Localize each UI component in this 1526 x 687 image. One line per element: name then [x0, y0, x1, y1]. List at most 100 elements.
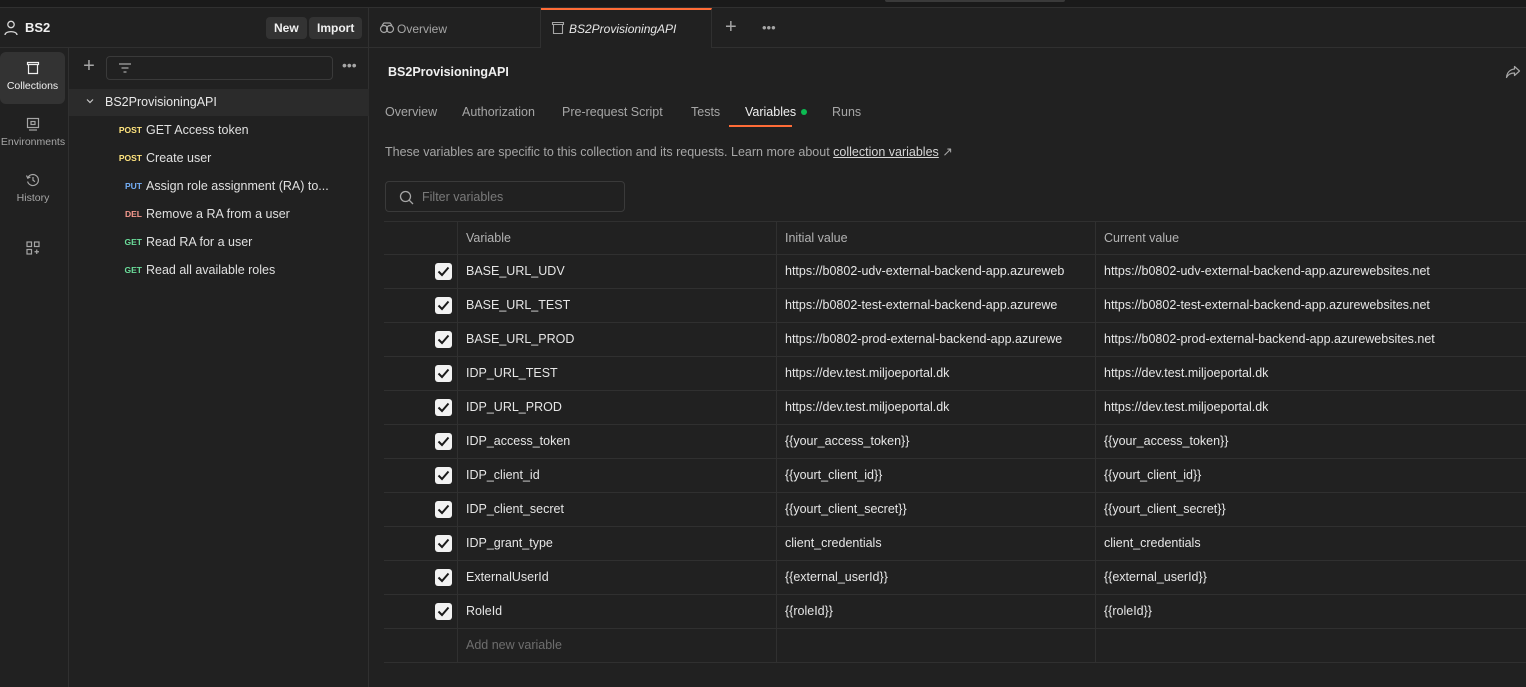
variable-name-cell[interactable]: IDP_access_token — [457, 425, 776, 458]
variable-name-cell[interactable]: IDP_URL_TEST — [457, 357, 776, 390]
checkmark-icon — [437, 504, 450, 515]
current-value-cell[interactable]: {{external_userId}} — [1095, 561, 1526, 594]
initial-value-cell[interactable]: {{yourt_client_id}} — [776, 459, 1095, 492]
header-initial-value: Initial value — [776, 222, 1095, 254]
tab-overview[interactable]: Overview — [369, 8, 541, 48]
tab-more-icon[interactable]: ••• — [762, 20, 776, 35]
add-collection-icon[interactable]: + — [81, 56, 97, 76]
request-item[interactable]: GET Read RA for a user — [69, 228, 369, 256]
table-row: BASE_URL_UDV https://b0802-udv-external-b… — [384, 255, 1526, 289]
current-value-cell[interactable]: {{yourt_client_secret}} — [1095, 493, 1526, 526]
tab-collection[interactable]: BS2ProvisioningAPI — [541, 8, 712, 48]
enabled-checkbox[interactable] — [435, 501, 452, 518]
filter-variables-field[interactable] — [385, 181, 625, 212]
search-icon — [399, 190, 414, 205]
request-item[interactable]: GET Read all available roles — [69, 256, 369, 284]
variable-name-cell[interactable]: RoleId — [457, 595, 776, 628]
initial-value-cell[interactable]: {{yourt_client_secret}} — [776, 493, 1095, 526]
checkmark-icon — [437, 368, 450, 379]
user-icon — [4, 20, 18, 36]
variable-name-cell[interactable]: IDP_grant_type — [457, 527, 776, 560]
variable-name-cell[interactable]: BASE_URL_UDV — [457, 255, 776, 288]
chevron-down-icon[interactable] — [85, 96, 95, 106]
variables-table: Variable Initial value Current value BAS… — [384, 221, 1526, 663]
new-button[interactable]: New — [266, 17, 307, 39]
initial-value-cell[interactable]: https://b0802-prod-external-backend-app.… — [776, 323, 1095, 356]
rail-label-environments: Environments — [0, 136, 66, 148]
enabled-checkbox[interactable] — [435, 263, 452, 280]
main-panel: BS2ProvisioningAPI Overview Authorizatio… — [369, 48, 1526, 687]
rail-history[interactable]: History — [0, 164, 66, 216]
initial-value-cell[interactable] — [776, 629, 1095, 662]
initial-value-cell[interactable]: {{roleId}} — [776, 595, 1095, 628]
variable-name-cell[interactable]: IDP_client_secret — [457, 493, 776, 526]
variable-name-cell[interactable]: IDP_client_id — [457, 459, 776, 492]
current-value-cell[interactable]: {{yourt_client_id}} — [1095, 459, 1526, 492]
current-value-cell[interactable]: https://b0802-udv-external-backend-app.a… — [1095, 255, 1526, 288]
checkmark-icon — [437, 572, 450, 583]
initial-value-cell[interactable]: https://b0802-test-external-backend-app.… — [776, 289, 1095, 322]
request-item[interactable]: POST GET Access token — [69, 116, 369, 144]
share-icon[interactable] — [1505, 65, 1521, 79]
current-value-cell[interactable]: https://dev.test.miljoeportal.dk — [1095, 391, 1526, 424]
variable-name-cell[interactable]: BASE_URL_TEST — [457, 289, 776, 322]
collection-variables-link[interactable]: collection variables — [833, 145, 939, 159]
import-button[interactable]: Import — [309, 17, 363, 39]
initial-value-cell[interactable]: https://b0802-udv-external-backend-app.a… — [776, 255, 1095, 288]
variable-name-cell[interactable]: ExternalUserId — [457, 561, 776, 594]
subtab-pre-request-script[interactable]: Pre-request Script — [562, 105, 663, 119]
initial-value-cell[interactable]: https://dev.test.miljoeportal.dk — [776, 357, 1095, 390]
subtab-authorization[interactable]: Authorization — [462, 105, 535, 119]
history-icon — [25, 173, 39, 187]
current-value-cell[interactable]: client_credentials — [1095, 527, 1526, 560]
description-text: These variables are specific to this col… — [385, 145, 834, 159]
rail-environments[interactable]: Environments — [0, 108, 66, 160]
subtab-tests[interactable]: Tests — [691, 105, 720, 119]
current-value-cell[interactable]: https://b0802-prod-external-backend-app.… — [1095, 323, 1526, 356]
enabled-checkbox[interactable] — [435, 467, 452, 484]
current-value-cell[interactable]: https://dev.test.miljoeportal.dk — [1095, 357, 1526, 390]
current-value-cell[interactable]: {{roleId}} — [1095, 595, 1526, 628]
variables-description: These variables are specific to this col… — [385, 144, 953, 159]
enabled-checkbox[interactable] — [435, 365, 452, 382]
enabled-checkbox[interactable] — [435, 331, 452, 348]
request-item[interactable]: POST Create user — [69, 144, 369, 172]
subtab-variables[interactable]: Variables — [745, 105, 808, 119]
subtab-overview[interactable]: Overview — [385, 105, 437, 119]
method-badge: GET — [124, 237, 142, 247]
enabled-checkbox[interactable] — [435, 399, 452, 416]
collection-tree-item[interactable]: BS2ProvisioningAPI — [69, 89, 369, 116]
subtab-variables-label: Variables — [745, 105, 797, 119]
filter-variables-input[interactable] — [422, 188, 617, 206]
enabled-checkbox[interactable] — [435, 569, 452, 586]
enabled-checkbox[interactable] — [435, 535, 452, 552]
request-name: Read RA for a user — [146, 235, 253, 249]
sidebar-rail: Collections Environments History — [0, 48, 69, 687]
checkmark-icon — [437, 266, 450, 277]
variable-name-cell[interactable]: BASE_URL_PROD — [457, 323, 776, 356]
current-value-cell[interactable]: https://b0802-test-external-backend-app.… — [1095, 289, 1526, 322]
search-bar-edge[interactable] — [885, 0, 1065, 2]
enabled-checkbox[interactable] — [435, 433, 452, 450]
rail-add-apps[interactable] — [0, 232, 66, 284]
enabled-checkbox[interactable] — [435, 603, 452, 620]
request-item[interactable]: PUT Assign role assignment (RA) to... — [69, 172, 369, 200]
checkbox-cell — [384, 289, 457, 322]
environments-icon — [26, 117, 40, 131]
initial-value-cell[interactable]: https://dev.test.miljoeportal.dk — [776, 391, 1095, 424]
add-new-variable-input[interactable]: Add new variable — [457, 629, 776, 662]
sidebar-filter-input[interactable] — [106, 56, 333, 80]
sidebar-more-icon[interactable]: ••• — [342, 58, 357, 72]
initial-value-cell[interactable]: {{external_userId}} — [776, 561, 1095, 594]
enabled-checkbox[interactable] — [435, 297, 452, 314]
method-badge: PUT — [125, 181, 142, 191]
new-tab-icon[interactable]: + — [725, 17, 737, 37]
initial-value-cell[interactable]: client_credentials — [776, 527, 1095, 560]
current-value-cell[interactable]: {{your_access_token}} — [1095, 425, 1526, 458]
current-value-cell[interactable] — [1095, 629, 1526, 662]
initial-value-cell[interactable]: {{your_access_token}} — [776, 425, 1095, 458]
variable-name-cell[interactable]: IDP_URL_PROD — [457, 391, 776, 424]
request-item[interactable]: DEL Remove a RA from a user — [69, 200, 369, 228]
rail-collections[interactable]: Collections — [0, 52, 65, 104]
subtab-runs[interactable]: Runs — [832, 105, 861, 119]
